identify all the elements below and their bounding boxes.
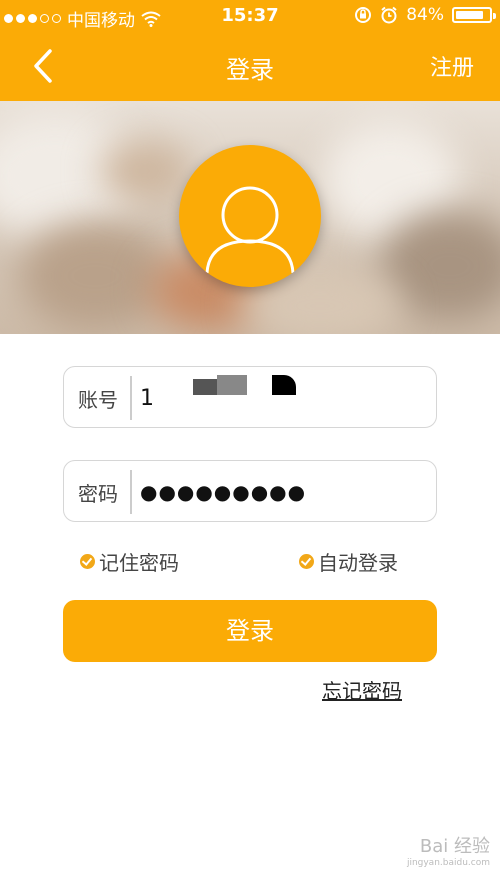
alarm-icon xyxy=(381,6,397,24)
watermark-url: jingyan.baidu.com xyxy=(406,858,490,868)
checkmark-icon xyxy=(299,554,314,569)
navigation-bar: 登录 注册 xyxy=(0,32,500,101)
divider xyxy=(130,470,132,514)
auto-login-label: 自动登录 xyxy=(318,551,398,575)
login-button[interactable]: 登录 xyxy=(63,600,437,662)
remember-password-option[interactable]: 记住密码 xyxy=(80,547,179,576)
user-silhouette-icon xyxy=(205,186,295,274)
page-title: 登录 xyxy=(226,56,274,84)
redaction-mark xyxy=(217,375,247,395)
checkmark-icon xyxy=(80,554,95,569)
account-label: 账号 xyxy=(78,388,118,412)
remember-password-label: 记住密码 xyxy=(99,551,179,575)
auto-login-option[interactable]: 自动登录 xyxy=(299,547,398,576)
watermark: Bai 经验 jingyan.baidu.com xyxy=(407,832,490,868)
avatar[interactable] xyxy=(179,145,321,287)
password-input[interactable] xyxy=(140,471,420,513)
forgot-password-link[interactable]: 忘记密码 xyxy=(322,675,402,704)
account-field: 账号 xyxy=(63,366,437,428)
status-bar: 中国移动 15:37 84% xyxy=(0,0,500,32)
password-field: 密码 xyxy=(63,460,437,522)
rotation-lock-icon xyxy=(355,7,372,23)
header-bar: 中国移动 15:37 84% 登录 注册 xyxy=(0,0,500,101)
redaction-mark xyxy=(272,375,296,395)
divider xyxy=(130,376,132,420)
watermark-text: Bai 经验 xyxy=(419,836,490,857)
battery-icon xyxy=(452,7,496,23)
password-label: 密码 xyxy=(78,482,118,506)
battery-percent: 84% xyxy=(406,5,444,25)
register-link[interactable]: 注册 xyxy=(430,50,474,82)
